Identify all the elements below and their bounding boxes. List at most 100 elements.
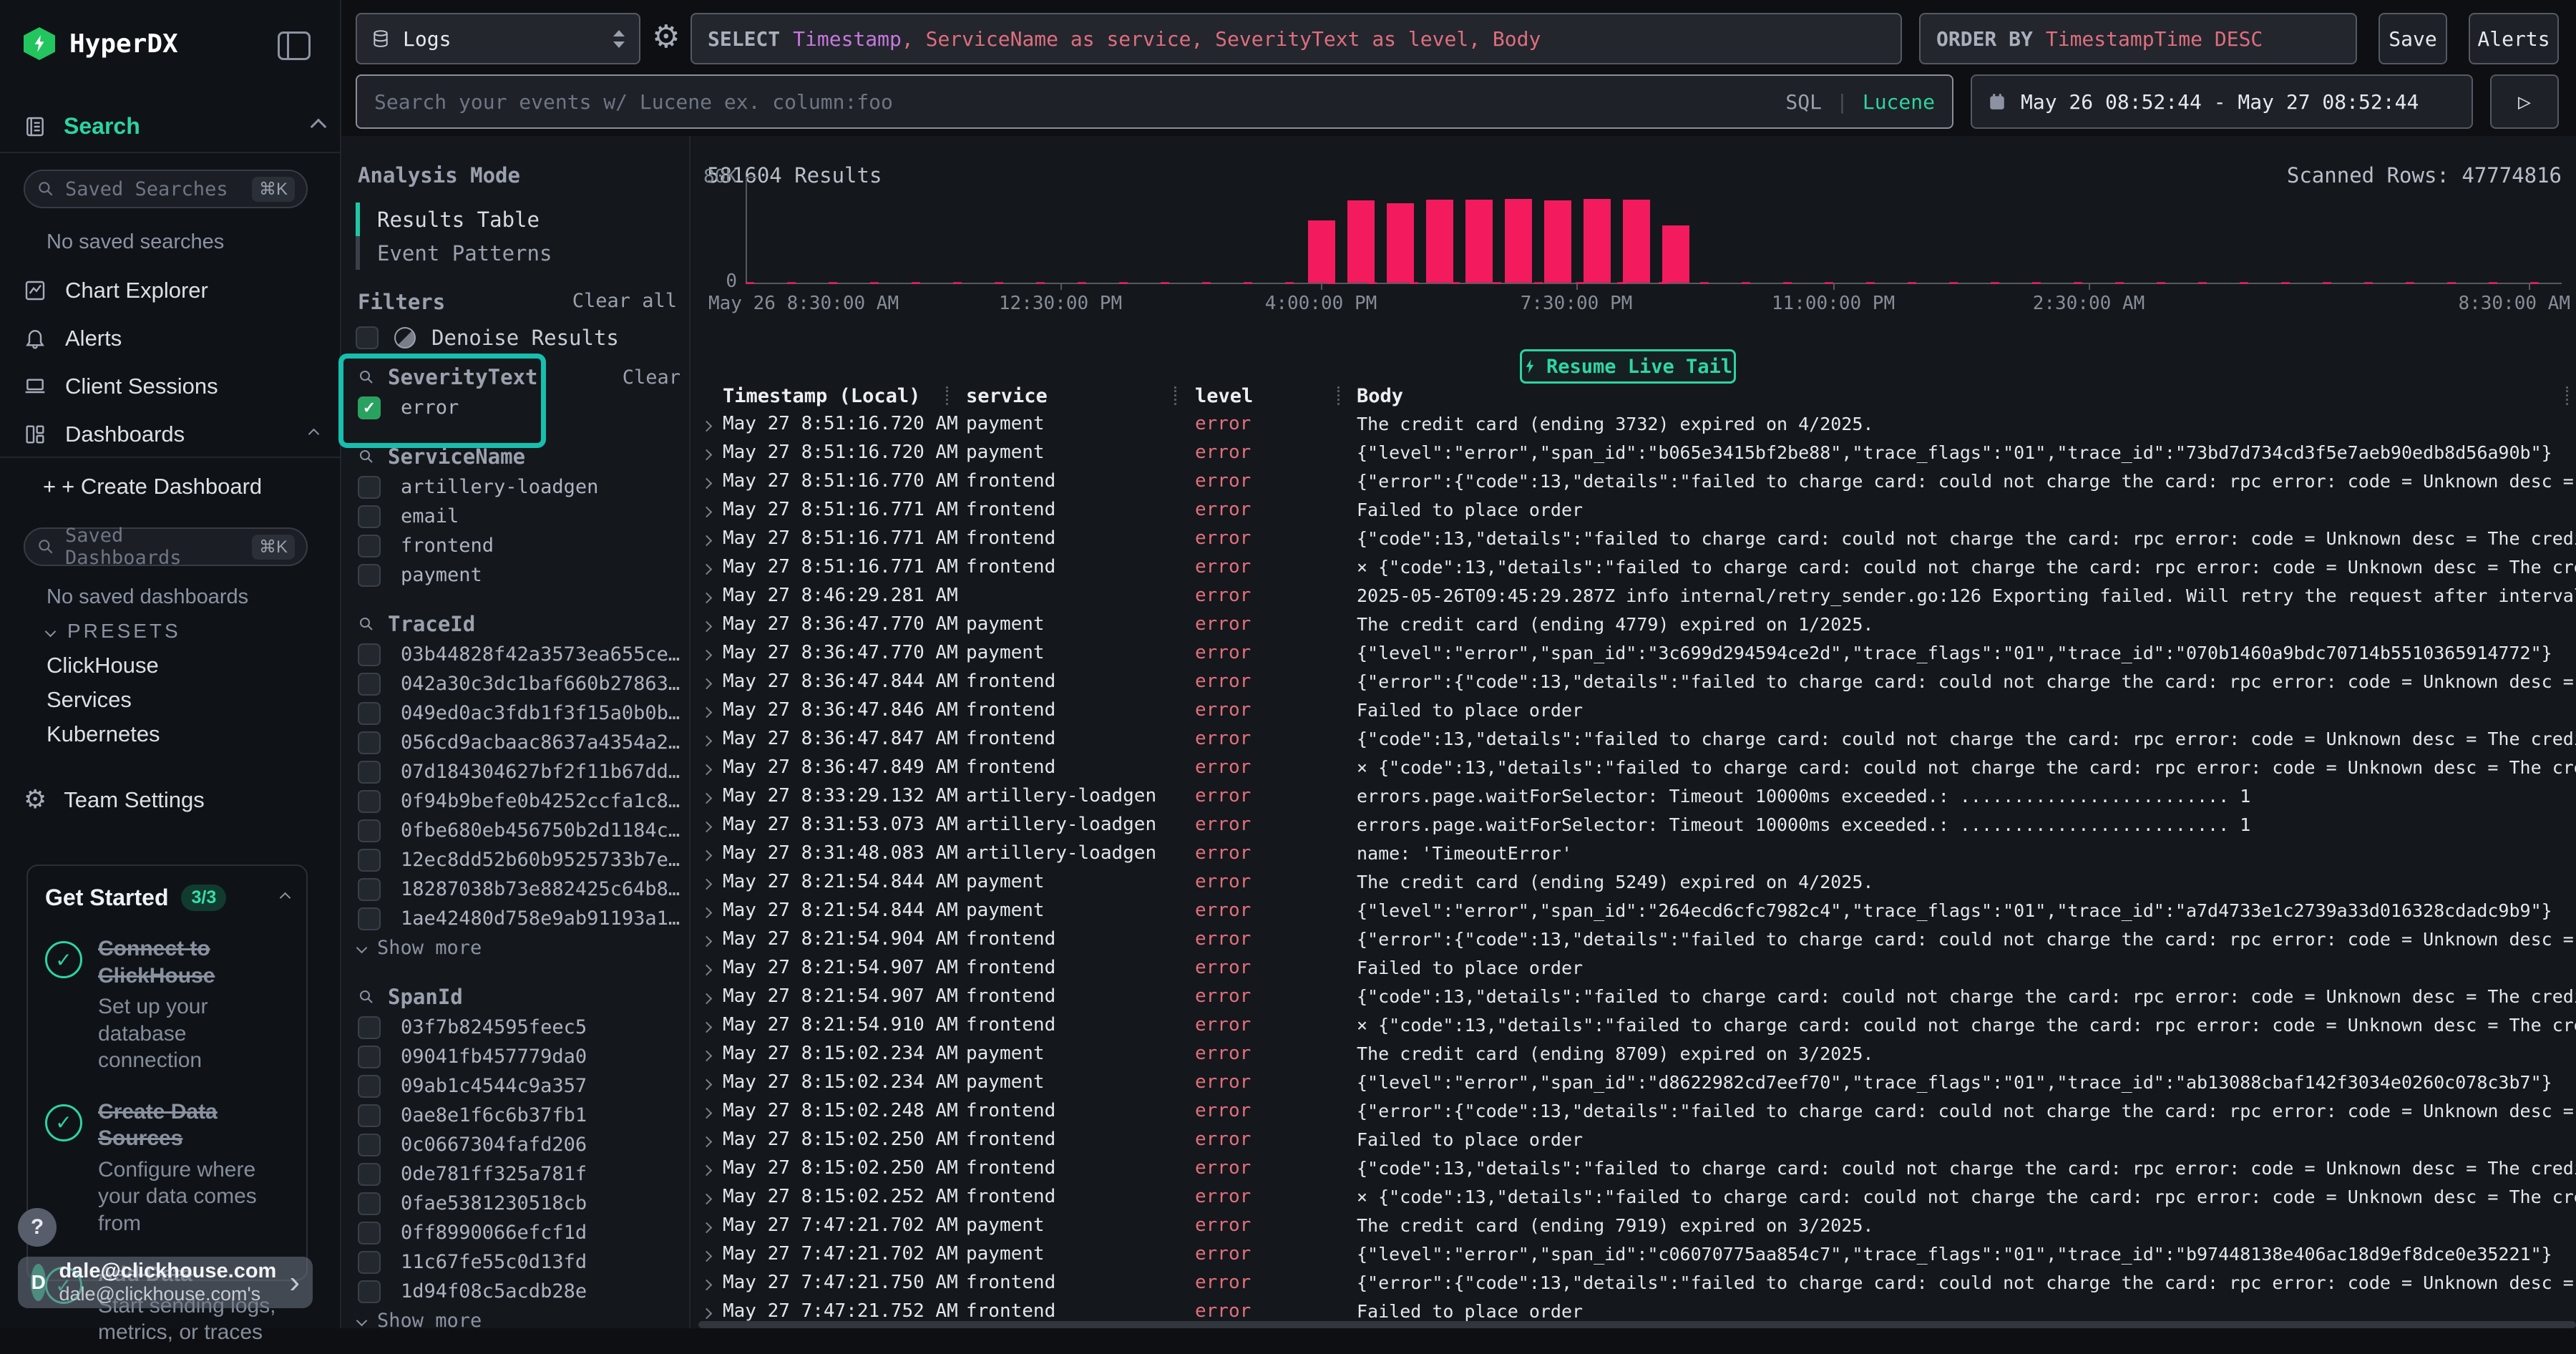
checkbox[interactable] <box>358 1075 381 1098</box>
table-row[interactable]: May 27 8:31:48.083 AMartillery-loadgener… <box>698 839 2576 867</box>
checkbox[interactable] <box>358 535 381 557</box>
table-row[interactable]: May 27 8:15:02.252 AMfrontenderror× {"co… <box>698 1182 2576 1211</box>
facet-value-1ae42480d758[interactable]: 1ae42480d758e9ab91193a1… <box>358 904 680 933</box>
source-select[interactable]: Logs <box>356 13 640 64</box>
checkbox-checked[interactable]: ✓ <box>358 396 381 419</box>
checkbox[interactable] <box>358 878 381 901</box>
table-row[interactable]: May 27 8:15:02.250 AMfrontenderrorFailed… <box>698 1125 2576 1154</box>
table-row[interactable]: May 27 8:51:16.720 AMpaymenterrorThe cre… <box>698 409 2576 438</box>
facet-value-artillery-lo[interactable]: artillery-loadgen <box>358 472 680 502</box>
chevron-right-icon[interactable] <box>698 614 723 635</box>
table-row[interactable]: May 27 8:15:02.250 AMfrontenderror{"code… <box>698 1154 2576 1182</box>
chevron-right-icon[interactable] <box>698 1187 723 1207</box>
checkbox[interactable] <box>358 1134 381 1156</box>
table-row[interactable]: May 27 8:15:02.234 AMpaymenterror{"level… <box>698 1068 2576 1096</box>
results-histogram[interactable]: May 26 8:30:00 AM12:30:00 PM4:00:00 PM7:… <box>746 177 2563 283</box>
facet-value-11c67fe55c0d[interactable]: 11c67fe55c0d13fd <box>358 1247 680 1277</box>
histogram-bar[interactable] <box>1544 200 1571 283</box>
sql-toggle[interactable]: SQL <box>1785 90 1822 114</box>
checkbox[interactable] <box>358 907 381 930</box>
chevron-right-icon[interactable] <box>698 1215 723 1236</box>
table-row[interactable]: May 27 8:31:53.073 AMartillery-loadgener… <box>698 810 2576 839</box>
table-row[interactable]: May 27 8:21:54.844 AMpaymenterrorThe cre… <box>698 867 2576 896</box>
app-logo[interactable]: HyperDX <box>24 27 178 60</box>
chevron-right-icon[interactable] <box>698 1072 723 1093</box>
horizontal-scrollbar[interactable] <box>698 1321 2576 1328</box>
histogram-bar[interactable] <box>1387 203 1414 283</box>
col-body[interactable]: Body <box>1357 385 2576 407</box>
histogram-bar[interactable] <box>1662 225 1689 283</box>
resume-live-tail-button[interactable]: Resume Live Tail <box>1520 349 1736 384</box>
checkbox[interactable] <box>358 731 381 754</box>
checkbox[interactable] <box>358 790 381 813</box>
facet-value-0de781ff325a[interactable]: 0de781ff325a781f <box>358 1159 680 1189</box>
sidebar-item-chart-explorer[interactable]: Chart Explorer <box>0 266 341 314</box>
column-resize-handle[interactable] <box>1174 386 1176 405</box>
histogram-bar[interactable] <box>1426 200 1453 283</box>
facet-value-1d94f08c5acd[interactable]: 1d94f08c5acdb28e <box>358 1277 680 1306</box>
checkbox[interactable] <box>358 1251 381 1274</box>
chevron-right-icon[interactable] <box>698 1272 723 1293</box>
table-row[interactable]: May 27 8:36:47.770 AMpaymenterrorThe cre… <box>698 610 2576 638</box>
chevron-right-icon[interactable] <box>698 757 723 778</box>
table-row[interactable]: May 27 8:51:16.771 AMfrontenderror{"code… <box>698 524 2576 552</box>
preset-kubernetes[interactable]: Kubernetes <box>47 717 318 751</box>
chevron-right-icon[interactable] <box>698 1158 723 1179</box>
chevron-right-icon[interactable] <box>698 700 723 721</box>
checkbox[interactable] <box>358 1046 381 1068</box>
facet-value-0ff8990066ef[interactable]: 0ff8990066efcf1d <box>358 1218 680 1247</box>
save-button[interactable]: Save <box>2379 13 2447 64</box>
show-more-button[interactable]: Show more <box>358 933 680 963</box>
histogram-bar[interactable] <box>1465 200 1493 283</box>
chevron-up-icon[interactable] <box>311 118 327 135</box>
chevron-right-icon[interactable] <box>698 843 723 864</box>
orderby-input[interactable]: ORDER BY TimestampTime DESC <box>1919 13 2357 64</box>
clear-all-button[interactable]: Clear all <box>572 290 677 314</box>
histogram-bar[interactable] <box>1308 220 1335 283</box>
chevron-right-icon[interactable] <box>698 872 723 892</box>
gear-icon[interactable]: ⚙ <box>652 21 680 53</box>
chevron-right-icon[interactable] <box>698 671 723 692</box>
denoise-results-option[interactable]: Denoise Results <box>356 326 619 350</box>
chevron-right-icon[interactable] <box>698 986 723 1007</box>
table-row[interactable]: May 27 8:51:16.720 AMpaymenterror{"level… <box>698 438 2576 467</box>
checkbox[interactable] <box>358 1016 381 1039</box>
column-resize-handle[interactable] <box>1337 386 1340 405</box>
table-row[interactable]: May 27 8:51:16.771 AMfrontenderror× {"co… <box>698 552 2576 581</box>
table-row[interactable]: May 27 7:47:21.702 AMpaymenterrorThe cre… <box>698 1211 2576 1239</box>
run-query-button[interactable]: ▷ <box>2490 74 2559 129</box>
chevron-right-icon[interactable] <box>698 414 723 434</box>
user-menu[interactable]: D dale@clickhouse.com dale@clickhouse.co… <box>18 1257 313 1308</box>
facet-value-error[interactable]: ✓error <box>358 393 680 422</box>
table-row[interactable]: May 27 8:46:29.281 AMerror2025-05-26T09:… <box>698 581 2576 610</box>
table-row[interactable]: May 27 8:33:29.132 AMartillery-loadgener… <box>698 781 2576 810</box>
table-row[interactable]: May 27 8:15:02.248 AMfrontenderror{"erro… <box>698 1096 2576 1125</box>
facet-value-03f7b824595f[interactable]: 03f7b824595feec5 <box>358 1013 680 1042</box>
table-row[interactable]: May 27 8:51:16.771 AMfrontenderrorFailed… <box>698 495 2576 524</box>
checkbox[interactable] <box>358 1192 381 1215</box>
facet-value-frontend[interactable]: frontend <box>358 531 680 560</box>
sidebar-item-search[interactable]: Search <box>24 113 324 140</box>
checkbox[interactable] <box>358 1280 381 1303</box>
table-row[interactable]: May 27 8:36:47.847 AMfrontenderror{"code… <box>698 724 2576 753</box>
panel-collapse-icon[interactable] <box>278 31 311 60</box>
facet-value-049ed0ac3fdb[interactable]: 049ed0ac3fdb1f3f15a0b0b… <box>358 698 680 728</box>
chevron-right-icon[interactable] <box>698 1301 723 1322</box>
facet-value-12ec8dd52b60[interactable]: 12ec8dd52b60b9525733b7e… <box>358 845 680 875</box>
table-row[interactable]: May 27 7:47:21.750 AMfrontenderror{"erro… <box>698 1268 2576 1297</box>
histogram-bar[interactable] <box>1584 199 1611 283</box>
chevron-right-icon[interactable] <box>698 500 723 520</box>
facet-value-0fbe680eb456[interactable]: 0fbe680eb456750b2d1184c… <box>358 816 680 845</box>
preset-clickhouse[interactable]: ClickHouse <box>47 648 318 683</box>
chevron-right-icon[interactable] <box>698 1043 723 1064</box>
alerts-button[interactable]: Alerts <box>2469 13 2559 64</box>
table-row[interactable]: May 27 8:21:54.910 AMfrontenderror× {"co… <box>698 1010 2576 1039</box>
table-row[interactable]: May 27 8:21:54.904 AMfrontenderror{"erro… <box>698 925 2576 953</box>
table-row[interactable]: May 27 8:36:47.846 AMfrontenderrorFailed… <box>698 696 2576 724</box>
table-row[interactable]: May 27 8:36:47.844 AMfrontenderror{"erro… <box>698 667 2576 696</box>
event-search-input[interactable]: Search your events w/ Lucene ex. column:… <box>356 74 1953 129</box>
chevron-up-icon[interactable] <box>280 892 291 904</box>
date-range-picker[interactable]: May 26 08:52:44 - May 27 08:52:44 <box>1971 74 2473 129</box>
chevron-right-icon[interactable] <box>698 585 723 606</box>
chevron-right-icon[interactable] <box>698 929 723 950</box>
